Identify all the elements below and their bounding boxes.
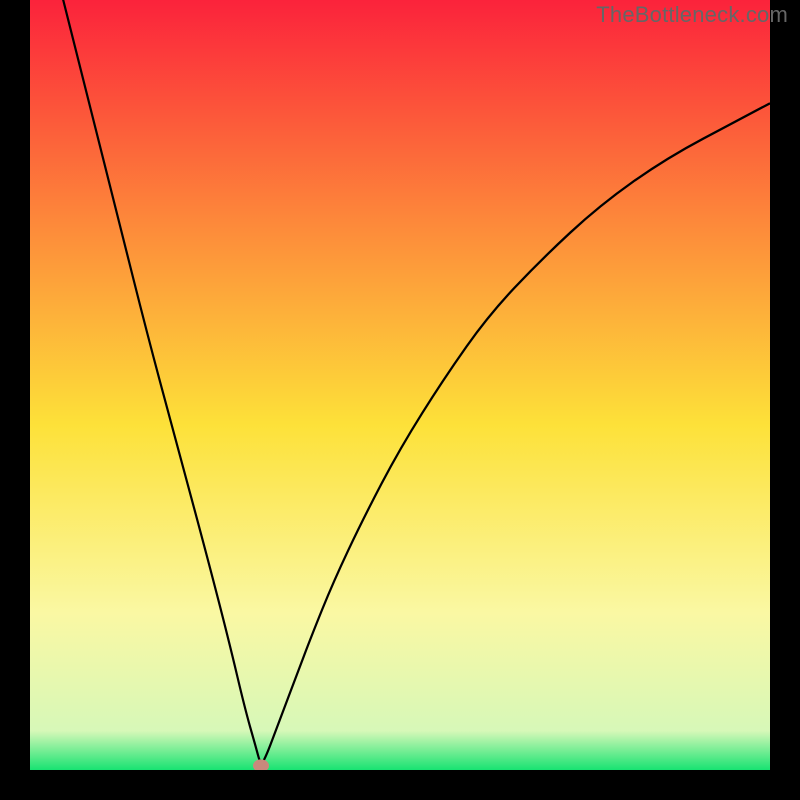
gradient-background	[30, 0, 770, 770]
min-point-marker	[253, 760, 269, 770]
chart-frame: TheBottleneck.com	[0, 0, 800, 800]
chart-svg	[30, 0, 770, 770]
watermark-text: TheBottleneck.com	[596, 2, 788, 28]
plot-area	[30, 0, 770, 770]
